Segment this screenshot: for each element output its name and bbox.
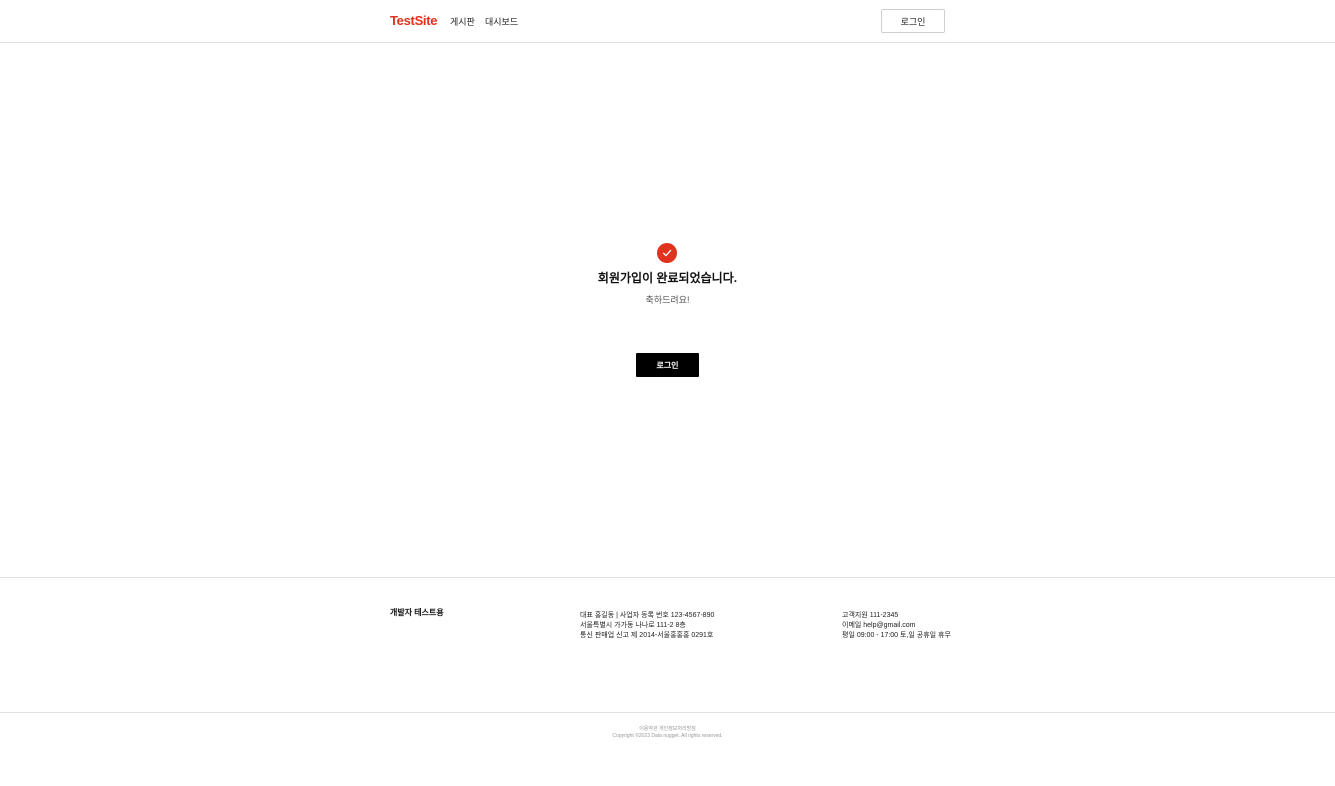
nav-link-dashboard[interactable]: 대시보드 <box>485 15 518 28</box>
footer-company-line: 통신 판매업 신고 제 2014-서울홍홍홍 0291호 <box>580 632 714 639</box>
footer-policy-links[interactable]: 이용약관 개인정보처리방침 <box>0 725 1335 732</box>
footer <box>0 577 1335 713</box>
footer-company-info: 대표 홍길동 | 사업자 등록 번호 123-4567-890 서울특별시 가가… <box>580 611 714 641</box>
footer-support-info: 고객지원 111-2345 이메일 help@gmail.com 평일 09:0… <box>842 611 951 641</box>
check-circle-icon <box>657 243 677 263</box>
header: TestSite 게시판 대시보드 로그인 <box>0 0 1335 43</box>
site-logo[interactable]: TestSite <box>390 13 438 28</box>
footer-company-line: 대표 홍길동 | 사업자 등록 번호 123-4567-890 <box>580 612 715 619</box>
footer-company-line: 서울특별시 가가동 나나로 111-2 8층 <box>580 622 686 629</box>
footer-support-line: 평일 09:00 - 17:00 토,일 공휴일 휴무 <box>842 632 951 639</box>
footer-support-line: 이메일 help@gmail.com <box>842 622 916 629</box>
header-login-button[interactable]: 로그인 <box>881 9 945 33</box>
signup-complete-title: 회원가입이 완료되었습니다. <box>597 271 738 285</box>
footer-brand: 개발자 테스트용 <box>390 608 444 617</box>
checkmark-icon <box>662 249 672 257</box>
login-button[interactable]: 로그인 <box>636 353 699 377</box>
signup-complete-subtitle: 축하드려요! <box>645 295 690 305</box>
footer-support-line: 고객지원 111-2345 <box>842 612 899 619</box>
nav-link-board[interactable]: 게시판 <box>450 15 475 28</box>
footer-copyright: Copyright ©2023 Data nugget. All rights … <box>612 733 723 739</box>
